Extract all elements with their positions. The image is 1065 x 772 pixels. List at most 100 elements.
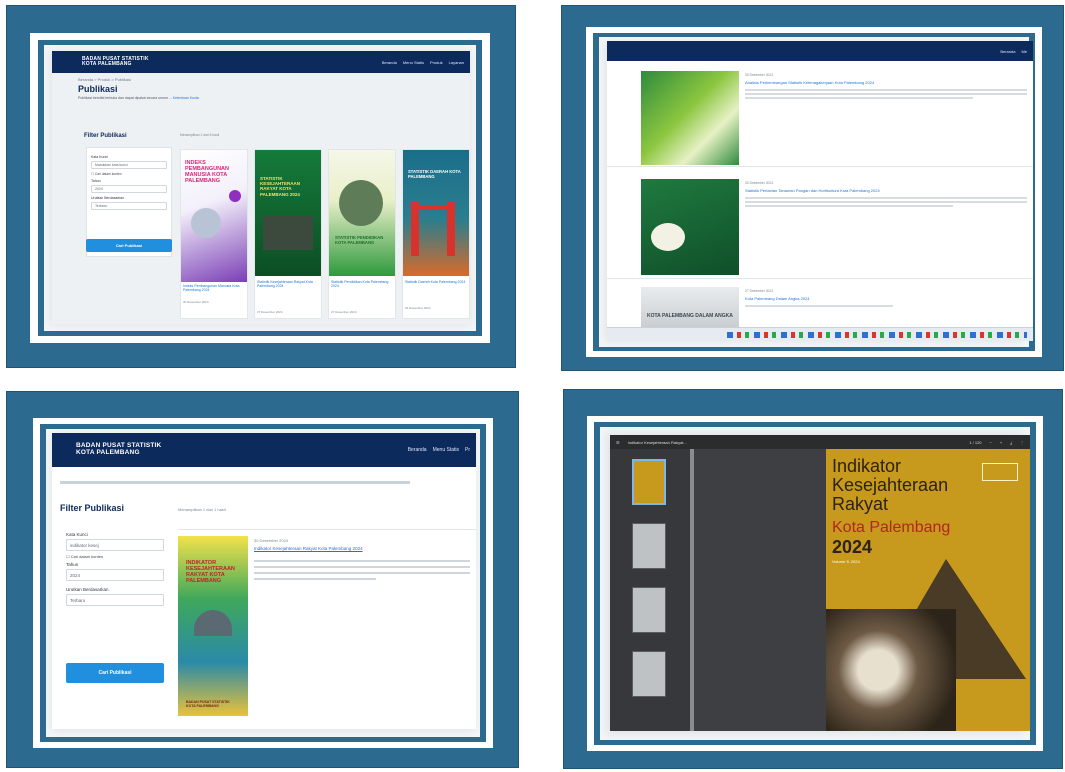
list-date: 27 Desember 2024: [745, 289, 774, 293]
cover-logo: [982, 463, 1018, 481]
filter-title: Filter Publikasi: [84, 133, 127, 139]
breadcrumb[interactable]: Beranda > Produk > Publikasi: [52, 73, 470, 82]
pub-card[interactable]: STATISTIK KESEJAHTERAAN RAKYAT KOTA PALE…: [254, 149, 322, 319]
pub-title[interactable]: Statistik Pendidikan Kota Palembang 2024: [331, 280, 393, 288]
pub-date: 30 Desember 2024: [183, 300, 209, 304]
filter-form: Kata Kunci indikator kesej ☐ Cari dalam …: [66, 529, 164, 669]
menu-statis[interactable]: Me: [1021, 49, 1027, 54]
lead-link[interactable]: Ketentuan Kuota: [173, 96, 199, 100]
cover-year: 2024: [832, 537, 873, 557]
keyword-label: Kata Kunci: [91, 155, 108, 159]
taskbar-icons[interactable]: [727, 332, 1027, 338]
zoom-out-icon[interactable]: −: [990, 440, 992, 445]
search-button[interactable]: Cari Publikasi: [66, 663, 164, 683]
sort-label: Urutkan Berdasarkan: [66, 587, 109, 592]
result-count: Menampilkan 1 dari 6 hasil: [180, 133, 220, 137]
menu-beranda[interactable]: Beranda: [408, 447, 427, 453]
pub-cover: INDEKS PEMBANGUNAN MANUSIA KOTA PALEMBAN…: [181, 150, 247, 282]
content-checkbox[interactable]: ☐ Cari dalam konten: [66, 554, 164, 559]
pub-cover-photo: [339, 180, 383, 226]
menu-beranda[interactable]: Beranda: [382, 60, 397, 65]
sort-select[interactable]: Terbaru: [91, 202, 167, 210]
site-menu: Beranda Menu Statis Produk Layanan: [382, 60, 464, 65]
pub-title[interactable]: Statistik Daerah Kota Palembang 2024: [405, 280, 467, 284]
pdf-viewer: ☰ Indikator Kesejahteraan Rakyat... 1 / …: [610, 435, 1030, 731]
keyword-input[interactable]: Masukkan kata kunci: [91, 161, 167, 169]
site-menu: Beranda Menu Statis Pr: [408, 447, 470, 453]
download-icon[interactable]: ⤓: [1010, 440, 1012, 445]
site-brand[interactable]: BADAN PUSAT STATISTIK KOTA PALEMBANG: [76, 442, 161, 457]
pdf-cover-page: Indikator Kesejahteraan Rakyat Kota Pale…: [826, 449, 1030, 731]
pdf-thumb-page[interactable]: [632, 459, 666, 505]
publikasi-page: BADAN PUSAT STATISTIK KOTA PALEMBANG Ber…: [52, 51, 470, 324]
zoom-in-icon[interactable]: +: [1000, 440, 1002, 445]
pub-cover-bridge: [447, 202, 455, 256]
year-select[interactable]: 2024: [66, 569, 164, 581]
menu-beranda[interactable]: Beranda: [1000, 49, 1015, 54]
result-count: Menampilkan 1 dari 1 hasil: [178, 507, 226, 512]
brand-line-2: KOTA PALEMBANG: [82, 61, 132, 67]
year-label: Tahun: [91, 179, 101, 183]
pub-cover: STATISTIK DAERAH KOTA PALEMBANG: [403, 150, 469, 276]
pdf-page-indicator[interactable]: 1 / 120: [969, 440, 981, 445]
pdf-thumb-page[interactable]: [632, 523, 666, 569]
pub-title[interactable]: Statistik Kesejahteraan Rakyat Kota Pale…: [257, 280, 319, 288]
menu-layanan[interactable]: Layanan: [449, 60, 464, 65]
menu-statis[interactable]: Menu Statis: [403, 60, 424, 65]
search-button[interactable]: Cari Publikasi: [86, 239, 172, 252]
result-cover: INDIKATOR KESEJAHTERAAN RAKYAT KOTA PALE…: [178, 536, 248, 716]
more-icon[interactable]: ⋮: [1020, 440, 1024, 445]
filter-title: Filter Publikasi: [60, 503, 125, 513]
list-desc-line: [745, 305, 893, 307]
page-lead-line: [60, 481, 410, 484]
pub-cover-bridge: [411, 206, 455, 210]
pub-card[interactable]: INDEKS PEMBANGUNAN MANUSIA KOTA PALEMBAN…: [180, 149, 248, 319]
list-thumb: [641, 179, 739, 275]
pub-cover-photo: [263, 216, 313, 250]
site-navbar: BADAN PUSAT STATISTIK KOTA PALEMBANG Ber…: [52, 433, 476, 467]
year-label: Tahun: [66, 562, 79, 567]
result-title[interactable]: Indikator Kesejahteraan Rakyat Kota Pale…: [254, 546, 363, 551]
keyword-label: Kata Kunci: [66, 532, 88, 537]
pub-cover-text: STATISTIK PENDIDIKAN KOTA PALEMBANG: [335, 235, 384, 245]
pub-title[interactable]: Indeks Pembangunan Manusia Kota Palemban…: [183, 284, 245, 292]
pub-date: 26 Desember 2024: [405, 306, 431, 310]
list-title[interactable]: Kota Palembang Dalam Angka 2024: [745, 296, 810, 301]
list-date: 30 Desember 2024: [745, 73, 774, 77]
pdf-filename: Indikator Kesejahteraan Rakyat...: [627, 439, 687, 445]
list-title[interactable]: Analisis Perkembangan Statistik Ketenaga…: [745, 80, 874, 85]
list-thumb-text: KOTA PALEMBANG DALAM ANGKA: [647, 313, 733, 319]
pub-cover-text: STATISTIK DAERAH KOTA PALEMBANG: [408, 169, 461, 179]
year-select[interactable]: 2024: [91, 185, 167, 193]
list-item[interactable]: 30 Desember 2024 Analisis Perkembangan S…: [607, 63, 1033, 167]
list-desc-line: [745, 89, 1027, 91]
pub-cover-text: STATISTIK KESEJAHTERAAN RAKYAT KOTA PALE…: [260, 176, 301, 197]
result-desc-line: [254, 578, 376, 580]
menu-statis[interactable]: Menu Statis: [433, 447, 459, 453]
pub-cover-art: [191, 208, 221, 238]
pub-cover-bridge: [411, 202, 419, 256]
pdf-thumb-page[interactable]: [632, 587, 666, 633]
list-title[interactable]: Statistik Pertanian Tanaman Pangan dan H…: [745, 188, 880, 193]
list-item[interactable]: 30 Desember 2024 Statistik Pertanian Tan…: [607, 173, 1033, 279]
search-result-page: BADAN PUSAT STATISTIK KOTA PALEMBANG Ber…: [52, 433, 476, 729]
pub-cover-text: INDEKS PEMBANGUNAN MANUSIA KOTA PALEMBAN…: [185, 160, 229, 185]
brand-line-2: KOTA PALEMBANG: [76, 449, 140, 456]
content-checkbox[interactable]: ☐ Cari dalam konten: [91, 172, 167, 176]
result-item[interactable]: INDIKATOR KESEJAHTERAAN RAKYAT KOTA PALE…: [178, 529, 476, 719]
pub-card[interactable]: STATISTIK PENDIDIKAN KOTA PALEMBANG Stat…: [328, 149, 396, 319]
screenshot-frame-search-result: BADAN PUSAT STATISTIK KOTA PALEMBANG Ber…: [6, 391, 519, 768]
sort-select[interactable]: Terbaru: [66, 594, 164, 606]
menu-produk[interactable]: Pr: [465, 447, 470, 453]
pub-card[interactable]: STATISTIK DAERAH KOTA PALEMBANG Statisti…: [402, 149, 470, 319]
result-cover-mosque: [194, 610, 232, 636]
menu-icon[interactable]: ☰: [616, 440, 620, 445]
pub-cover: STATISTIK PENDIDIKAN KOTA PALEMBANG: [329, 150, 395, 276]
cover-city: Kota Palembang: [832, 519, 951, 536]
sort-label: Urutkan Berdasarkan: [91, 196, 125, 200]
screenshot-frame-publikasi-list: Beranda Me 30 Desember 2024 Analisis Per…: [561, 5, 1064, 371]
pdf-thumb-page[interactable]: [632, 651, 666, 697]
keyword-input[interactable]: indikator kesej: [66, 539, 164, 551]
site-brand[interactable]: BADAN PUSAT STATISTIK KOTA PALEMBANG: [82, 56, 149, 68]
menu-produk[interactable]: Produk: [430, 60, 443, 65]
